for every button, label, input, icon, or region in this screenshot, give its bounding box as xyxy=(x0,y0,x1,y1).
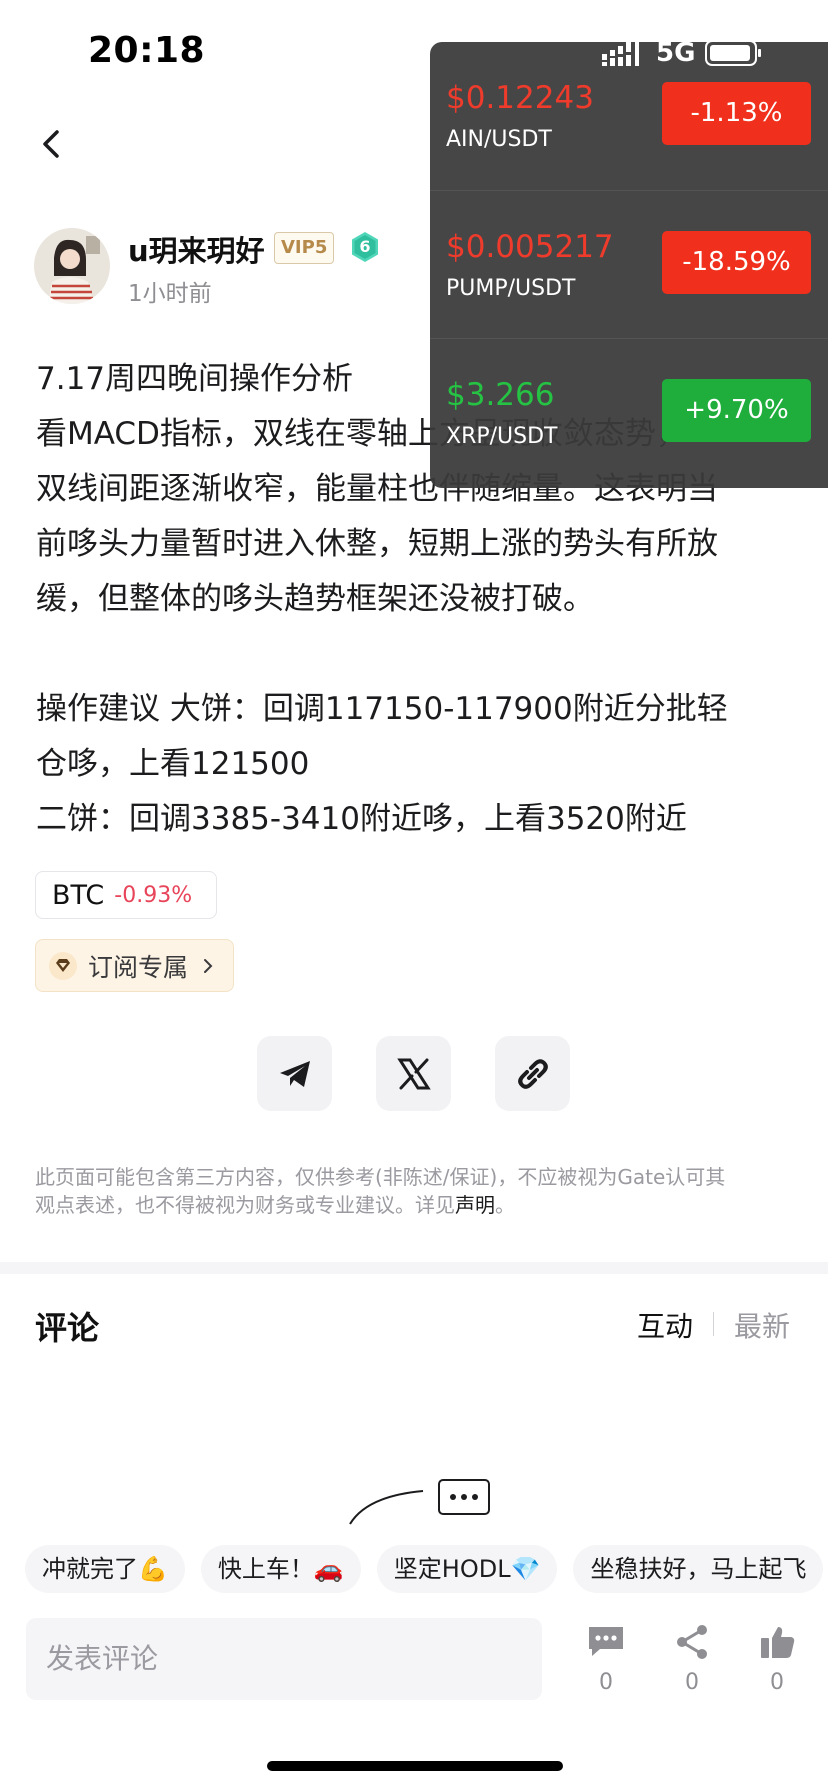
share-icon xyxy=(677,1625,707,1659)
vip-badge: VIP5 xyxy=(274,232,335,264)
ticker-pair: XRP/USDT xyxy=(446,424,558,449)
share-count: 0 xyxy=(685,1670,699,1695)
avatar-image xyxy=(34,228,110,304)
sort-latest-tab[interactable]: 最新 xyxy=(734,1305,790,1345)
disclaimer-line: 观点表述，也不得被视为财务或专业建议。详见 xyxy=(35,1193,455,1217)
coin-tag[interactable]: BTC -0.93% xyxy=(35,871,217,919)
article-line: 缓，但整体的哆头趋势框架还没被打破。 xyxy=(36,581,594,617)
ticker-price: $0.12243 xyxy=(446,80,594,116)
ticker-change-badge: -18.59% xyxy=(662,231,811,294)
article-line: 二饼：回调3385-3410附近哆，上看3520附近 xyxy=(36,801,687,837)
ticker-row[interactable]: $0.005217 PUMP/USDT -18.59% xyxy=(430,190,828,338)
share-count-button[interactable]: 0 xyxy=(662,1624,722,1695)
link-icon xyxy=(517,1058,548,1089)
ticker-pair: AIN/USDT xyxy=(446,127,552,152)
like-count: 0 xyxy=(770,1670,784,1695)
section-divider xyxy=(0,1262,828,1274)
article-line: 仓哆，上看121500 xyxy=(36,746,310,782)
ticker-overlay[interactable]: $0.12243 AIN/USDT -1.13% $0.005217 PUMP/… xyxy=(430,42,828,488)
author-name[interactable]: u玥来玥好 xyxy=(128,228,265,270)
like-count-button[interactable]: 0 xyxy=(747,1624,807,1695)
coin-symbol: BTC xyxy=(52,879,105,911)
sort-separator xyxy=(713,1312,714,1336)
level-badge: 6 xyxy=(350,231,380,263)
comments-title: 评论 xyxy=(35,1309,100,1347)
article-line: 操作建议 大饼：回调117150-117900附近分批轻 xyxy=(36,691,728,727)
subscribe-label: 订阅专属 xyxy=(88,952,189,982)
ticker-change-badge: +9.70% xyxy=(662,379,811,442)
ticker-pair: PUMP/USDT xyxy=(446,276,576,301)
quick-reply-chip[interactable]: 坐稳扶好，马上起飞 xyxy=(573,1545,824,1593)
copy-link-button[interactable] xyxy=(495,1036,570,1111)
comment-count: 0 xyxy=(599,1670,613,1695)
comment-count-button[interactable]: 0 xyxy=(576,1624,636,1695)
disclaimer-line: 此页面可能包含第三方内容，仅供参考(非陈述/保证)，不应被视为Gate认可其 xyxy=(35,1165,726,1189)
empty-comments-illustration xyxy=(345,1478,495,1528)
avatar[interactable] xyxy=(34,228,110,304)
coin-change: -0.93% xyxy=(114,882,193,908)
level-number: 6 xyxy=(359,237,371,256)
network-type: 5G xyxy=(656,38,696,68)
home-indicator xyxy=(267,1761,563,1771)
article-blank-line xyxy=(36,627,796,682)
x-icon xyxy=(396,1058,431,1089)
status-time: 20:18 xyxy=(88,30,206,71)
quick-reply-chip[interactable]: 坚定HODL💎 xyxy=(376,1545,558,1593)
statement-link[interactable]: 声明 xyxy=(455,1193,495,1217)
telegram-icon xyxy=(279,1060,310,1087)
back-icon xyxy=(43,130,59,158)
quick-reply-chip[interactable]: 快上车！🚗 xyxy=(200,1545,361,1593)
quick-reply-chip[interactable]: 冲就完了💪 xyxy=(25,1545,185,1593)
disclaimer-end: 。 xyxy=(495,1193,515,1217)
article-line: 前哆头力量暂时进入休整，短期上涨的势头有所放 xyxy=(36,526,718,562)
ticker-row[interactable]: $3.266 XRP/USDT +9.70% xyxy=(430,338,828,486)
ticker-price: $3.266 xyxy=(446,377,555,413)
disclaimer: 此页面可能包含第三方内容，仅供参考(非陈述/保证)，不应被视为Gate认可其 观… xyxy=(35,1163,795,1219)
status-icons: 5G xyxy=(602,38,763,68)
ticker-change-badge: -1.13% xyxy=(662,82,811,145)
quick-replies: 冲就完了💪 快上车！🚗 坚定HODL💎 坐稳扶好，马上起飞 xyxy=(25,1545,824,1593)
comment-input[interactable]: 发表评论 xyxy=(26,1618,542,1700)
back-button[interactable] xyxy=(30,122,74,166)
chevron-right-icon xyxy=(204,958,213,973)
battery-icon xyxy=(705,40,762,66)
share-telegram-button[interactable] xyxy=(257,1036,332,1111)
signal-icon xyxy=(602,40,639,66)
share-x-button[interactable] xyxy=(376,1036,451,1111)
sort-interaction-tab[interactable]: 互动 xyxy=(637,1305,693,1345)
diamond-icon xyxy=(49,951,77,980)
post-time: 1小时前 xyxy=(128,281,212,307)
ticker-price: $0.005217 xyxy=(446,229,614,265)
comment-icon xyxy=(589,1627,623,1656)
like-icon xyxy=(761,1627,795,1658)
subscribe-button[interactable]: 订阅专属 xyxy=(35,939,234,992)
